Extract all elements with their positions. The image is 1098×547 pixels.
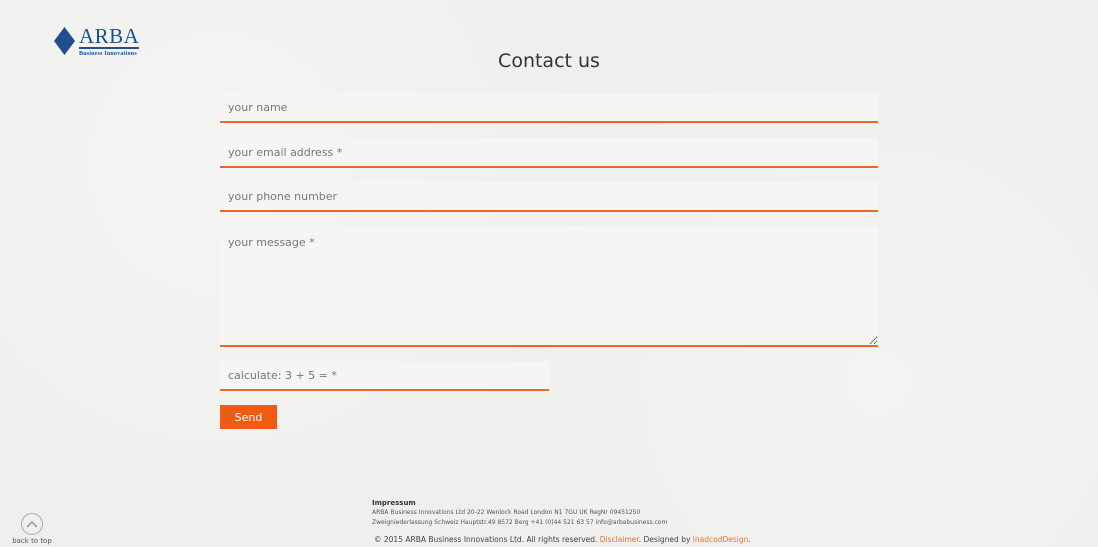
- designer-link[interactable]: inadcodDesign: [693, 535, 749, 544]
- page-title: Contact us: [498, 50, 600, 72]
- disclaimer-link[interactable]: Disclaimer: [600, 535, 639, 544]
- phone-field[interactable]: [220, 182, 878, 212]
- chevron-up-circle-icon: [21, 513, 43, 535]
- message-field[interactable]: [220, 227, 878, 347]
- chevron-up-icon: [26, 520, 38, 528]
- copyright-end: .: [748, 535, 751, 544]
- brand-name: ARBA: [79, 24, 140, 49]
- back-to-top-label: back to top: [12, 537, 52, 545]
- impressum-title: Impressum: [372, 499, 416, 507]
- impressum-branch: Zweigniederlassung Schweiz Hauptstr.49 8…: [372, 519, 668, 526]
- designed-by-text: . Designed by: [638, 535, 691, 544]
- copyright-text: © 2015 ARBA Business Innovations Ltd. Al…: [374, 535, 598, 544]
- captcha-field[interactable]: [220, 361, 549, 391]
- name-field[interactable]: [220, 93, 878, 123]
- copyright: © 2015 ARBA Business Innovations Ltd. Al…: [374, 535, 751, 544]
- send-button[interactable]: Send: [220, 405, 277, 429]
- back-to-top-button[interactable]: back to top: [10, 513, 54, 547]
- email-field[interactable]: [220, 138, 878, 168]
- impressum-address: ARBA Business Innovations Ltd 20-22 Wenl…: [372, 509, 641, 516]
- page: ARBA Business Innovations Contact us Sen…: [0, 0, 1098, 547]
- impressum: Impressum ARBA Business Innovations Ltd …: [372, 499, 772, 528]
